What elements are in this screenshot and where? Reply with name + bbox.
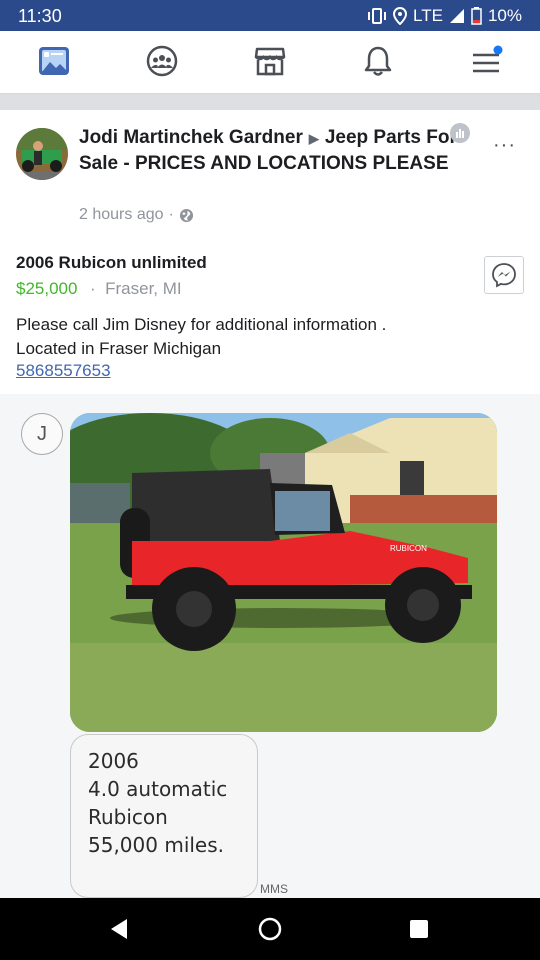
globe-icon xyxy=(179,208,193,222)
group-badge-icon xyxy=(450,123,470,143)
post-meta: 2 hours ago · xyxy=(79,206,194,224)
home-icon[interactable] xyxy=(258,917,282,941)
description-line-2: Located in Fraser Michigan xyxy=(16,339,222,358)
description-line-1: Please call Jim Disney for additional in… xyxy=(16,315,387,334)
post-time[interactable]: 2 hours ago xyxy=(79,206,164,224)
contact-avatar: J xyxy=(21,413,63,455)
menu-icon[interactable] xyxy=(468,43,504,79)
svg-text:RUBICON: RUBICON xyxy=(390,544,427,553)
listing-description: Please call Jim Disney for additional in… xyxy=(16,313,516,361)
message-bubble: 2006 4.0 automatic Rubicon 55,000 miles. xyxy=(70,734,258,898)
meta-separator: · xyxy=(168,206,174,223)
message-line-3: Rubicon xyxy=(88,805,168,829)
battery-icon xyxy=(471,7,482,25)
author-name[interactable]: Jodi Martinchek Gardner xyxy=(79,127,303,148)
listing-location: · Fraser, MI xyxy=(90,279,182,299)
vibrate-icon xyxy=(368,8,387,24)
notifications-icon[interactable] xyxy=(360,43,396,79)
arrow-right-icon: ▶ xyxy=(308,131,319,146)
marketplace-icon[interactable] xyxy=(252,43,288,79)
more-options-icon[interactable]: ··· xyxy=(493,134,516,157)
battery-label: 10% xyxy=(487,6,522,25)
message-line-2: 4.0 automatic xyxy=(88,777,228,801)
messenger-icon xyxy=(492,263,516,288)
news-feed-icon[interactable] xyxy=(36,43,72,79)
feed-divider xyxy=(0,94,540,110)
message-line-4: 55,000 miles. xyxy=(88,833,225,857)
back-icon[interactable] xyxy=(109,918,129,940)
location-icon xyxy=(393,7,408,25)
jeep-photo: RUBICON xyxy=(70,413,497,732)
messenger-button[interactable] xyxy=(484,256,524,294)
status-icons: LTE 10% xyxy=(367,6,522,26)
listing-price: $25,000 xyxy=(16,279,78,298)
system-nav-bar xyxy=(0,898,540,960)
app-nav-bar xyxy=(0,31,540,94)
recents-icon[interactable] xyxy=(409,919,429,939)
signal-icon xyxy=(449,9,464,23)
status-bar: 11:30 LTE 10% xyxy=(0,0,540,31)
location-label: Fraser, MI xyxy=(105,279,182,298)
avatar[interactable] xyxy=(16,128,68,180)
post-image[interactable]: J RUBICON 2006 4.0 automatic Rubicon 55,… xyxy=(0,394,540,898)
network-label: LTE xyxy=(413,6,443,25)
status-time: 11:30 xyxy=(18,6,62,26)
mms-label: MMS xyxy=(260,882,288,896)
phone-link[interactable]: 5868557653 xyxy=(16,361,111,381)
listing-title: 2006 Rubicon unlimited xyxy=(16,253,207,272)
feed-post: Jodi Martinchek Gardner ▶ Jeep Parts For S… xyxy=(0,110,540,394)
message-line-1: 2006 xyxy=(88,749,139,773)
post-header: Jodi Martinchek Gardner ▶ Jeep Parts For S… xyxy=(79,125,459,176)
groups-icon[interactable] xyxy=(144,43,180,79)
price-separator: · xyxy=(90,279,96,298)
